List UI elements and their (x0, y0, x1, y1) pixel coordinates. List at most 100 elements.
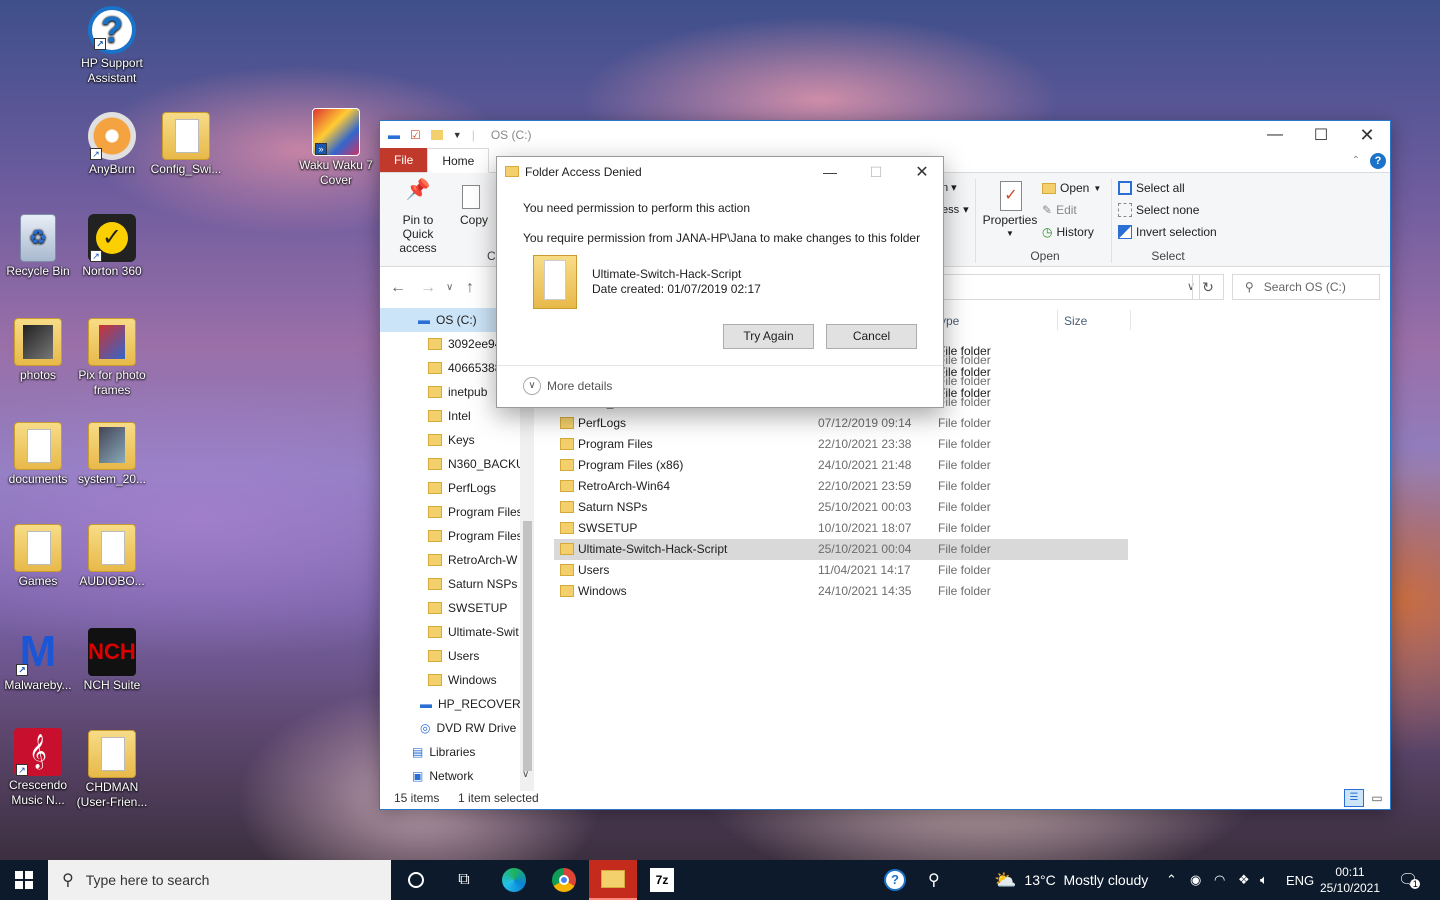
nav-item-folder[interactable]: PerfLogs (428, 476, 496, 500)
back-arrow-icon[interactable]: ← (390, 279, 406, 297)
desktop-icon-system[interactable]: system_20... (74, 422, 150, 487)
desktop-icon-hp-support[interactable]: ? ↗ HP Support Assistant (74, 6, 150, 86)
select-all-button[interactable]: Select all (1118, 181, 1185, 195)
details-view-icon[interactable]: ☰ (1344, 789, 1364, 807)
clock[interactable]: 00:11 25/10/2021 (1318, 860, 1382, 900)
desktop-icon-crescendo[interactable]: 𝄞 ↗ Crescendo Music N... (0, 728, 76, 808)
task-view-icon[interactable]: ⧉ (440, 860, 488, 900)
desktop-icon-recycle-bin[interactable]: ♻ Recycle Bin (0, 214, 76, 279)
file-row[interactable]: Program Files (x86) 24/10/2021 21:48 File … (554, 455, 1128, 476)
file-row[interactable]: Program Files 22/10/2021 23:38 File folder (554, 434, 1128, 455)
nav-item-folder[interactable]: Program Files (428, 500, 523, 524)
cancel-button[interactable]: Cancel (826, 324, 917, 349)
selection-count: 1 item selected (458, 791, 539, 805)
dialog-close-button[interactable]: ✕ (899, 157, 945, 187)
desktop-icon-photos[interactable]: photos (0, 318, 76, 383)
nav-item-folder[interactable]: Windows (428, 668, 497, 692)
desktop-icon-games[interactable]: Games (0, 524, 76, 589)
maximize-button[interactable]: ☐ (1298, 121, 1344, 149)
desktop-icon-config-switch[interactable]: Config_Swi... (148, 112, 224, 177)
chevron-down-icon[interactable]: ▼ (453, 130, 462, 140)
edit-button[interactable]: ✎ Edit (1042, 203, 1077, 217)
dialog-minimize-button[interactable]: — (807, 157, 853, 187)
file-explorer-taskbar-icon[interactable] (589, 860, 637, 900)
search-input[interactable]: ⚲ Search OS (C:) (1232, 274, 1380, 300)
large-icons-view-icon[interactable]: ▭ (1368, 789, 1386, 807)
recent-locations-chevron-icon[interactable]: ∨ (446, 282, 453, 293)
tab-file[interactable]: File (380, 148, 428, 172)
try-again-button[interactable]: Try Again (723, 324, 814, 349)
edge-browser-icon[interactable] (490, 860, 538, 900)
dropbox-icon[interactable]: ❖ (1238, 860, 1250, 900)
nav-scroll-thumb[interactable] (523, 521, 532, 771)
history-button[interactable]: ◷ History (1042, 225, 1094, 239)
chrome-browser-icon[interactable] (540, 860, 588, 900)
forward-arrow-icon[interactable]: → (420, 279, 436, 297)
nav-item-libraries[interactable]: ▤ Libraries (412, 740, 475, 764)
nav-item-folder[interactable]: RetroArch-W (428, 548, 517, 572)
file-row[interactable]: Saturn NSPs 25/10/2021 00:03 File folder (554, 497, 1128, 518)
pin-to-quick-access-button[interactable]: 📌 Pin to Quick access (386, 180, 450, 255)
address-bar[interactable]: ∨ (940, 274, 1200, 300)
help-icon[interactable]: ? (1370, 153, 1386, 169)
nav-item-folder[interactable]: Program Files (428, 524, 523, 548)
language-indicator[interactable]: ENG (1286, 860, 1314, 900)
nav-item-folder[interactable]: SWSETUP (428, 596, 507, 620)
weather-widget[interactable]: ⛅ 13°C Mostly cloudy (994, 860, 1148, 900)
copy-button[interactable]: Copy (456, 183, 492, 227)
taskbar-search-input[interactable]: ⚲ Type here to search (48, 860, 391, 900)
more-details-toggle[interactable]: ∨ More details (523, 377, 612, 395)
nav-item-folder[interactable]: N360_BACKU (428, 452, 525, 476)
tab-home[interactable]: Home (427, 148, 490, 173)
nav-item-folder[interactable]: 3092ee94 (428, 332, 501, 356)
desktop-icon-anyburn[interactable]: ↗ AnyBurn (74, 112, 150, 177)
nav-item-network[interactable]: ▣ Network (412, 764, 473, 788)
7zip-icon[interactable]: 7z (638, 860, 686, 900)
nav-item-dvd-drive[interactable]: ◎ DVD RW Drive (420, 716, 516, 740)
wifi-icon[interactable]: ◠ (1214, 860, 1225, 900)
desktop-icon-documents[interactable]: documents (0, 422, 76, 487)
invert-selection-button[interactable]: Invert selection (1118, 225, 1217, 239)
scroll-down-icon[interactable]: ∨ (522, 769, 529, 780)
desktop-icon-nch-suite[interactable]: NCH NCH Suite (74, 628, 150, 693)
nav-item-folder[interactable]: Ultimate-Swit (428, 620, 519, 644)
nav-item-folder[interactable]: 40665388 (428, 356, 501, 380)
desktop-icon-malwarebytes[interactable]: M ↗ Malwareby... (0, 628, 76, 693)
file-row[interactable]: SWSETUP 10/10/2021 18:07 File folder (554, 518, 1128, 539)
nav-item-folder[interactable]: Keys (428, 428, 475, 452)
people-icon[interactable]: ⚲ (928, 860, 940, 900)
up-arrow-icon[interactable]: ↑ (466, 279, 474, 297)
hp-support-tray-icon[interactable]: ? (884, 860, 906, 900)
file-row[interactable]: Windows 24/10/2021 14:35 File folder (554, 581, 1128, 602)
file-row[interactable]: Ultimate-Switch-Hack-Script 25/10/2021 00… (554, 539, 1128, 560)
open-button[interactable]: Open ▼ (1042, 181, 1101, 195)
nav-item-hp-recovery[interactable]: ▬ HP_RECOVERY (420, 692, 528, 716)
desktop-icon-chdman[interactable]: CHDMAN (User-Frien... (74, 730, 150, 810)
show-hidden-icons-icon[interactable]: ⌃ (1166, 860, 1177, 900)
desktop-icon-norton[interactable]: ✓ ↗ Norton 360 (74, 214, 150, 279)
windows-start-icon[interactable] (0, 860, 48, 900)
close-button[interactable]: ✕ (1344, 121, 1390, 149)
volume-icon[interactable]: 🔈︎ (1260, 860, 1268, 900)
ribbon-collapse-icon[interactable]: ⌃ (1352, 155, 1360, 166)
minimize-button[interactable]: — (1252, 121, 1298, 149)
desktop-icon-pix-frames[interactable]: Pix for photo frames (74, 318, 150, 398)
file-row[interactable]: PerfLogs 07/12/2019 09:14 File folder (554, 413, 1128, 434)
properties-button[interactable]: ✓ Properties ▼ (982, 181, 1038, 241)
nav-item-folder[interactable]: Intel (428, 404, 471, 428)
refresh-button[interactable]: ↻ (1192, 274, 1224, 300)
notification-center-icon[interactable]: 🗨︎ 1 (1398, 860, 1421, 900)
desktop-icon-audiobooks[interactable]: AUDIOBO... (74, 524, 150, 589)
cortana-icon[interactable] (392, 860, 440, 900)
column-header-size[interactable]: Size (1057, 310, 1087, 330)
nav-item-folder[interactable]: Saturn NSPs (428, 572, 517, 596)
file-row[interactable]: Users 11/04/2021 14:17 File folder (554, 560, 1128, 581)
nav-item-folder[interactable]: inetpub (428, 380, 487, 404)
file-row[interactable]: RetroArch-Win64 22/10/2021 23:59 File fold… (554, 476, 1128, 497)
new-folder-icon[interactable] (430, 130, 443, 140)
select-none-button[interactable]: Select none (1118, 203, 1199, 217)
properties-check-icon[interactable]: ☑ (410, 128, 421, 142)
desktop-icon-waku-waku[interactable]: » Waku Waku 7 Cover (298, 108, 374, 188)
nav-item-folder[interactable]: Users (428, 644, 479, 668)
meet-now-icon[interactable]: ◉ (1190, 860, 1201, 900)
